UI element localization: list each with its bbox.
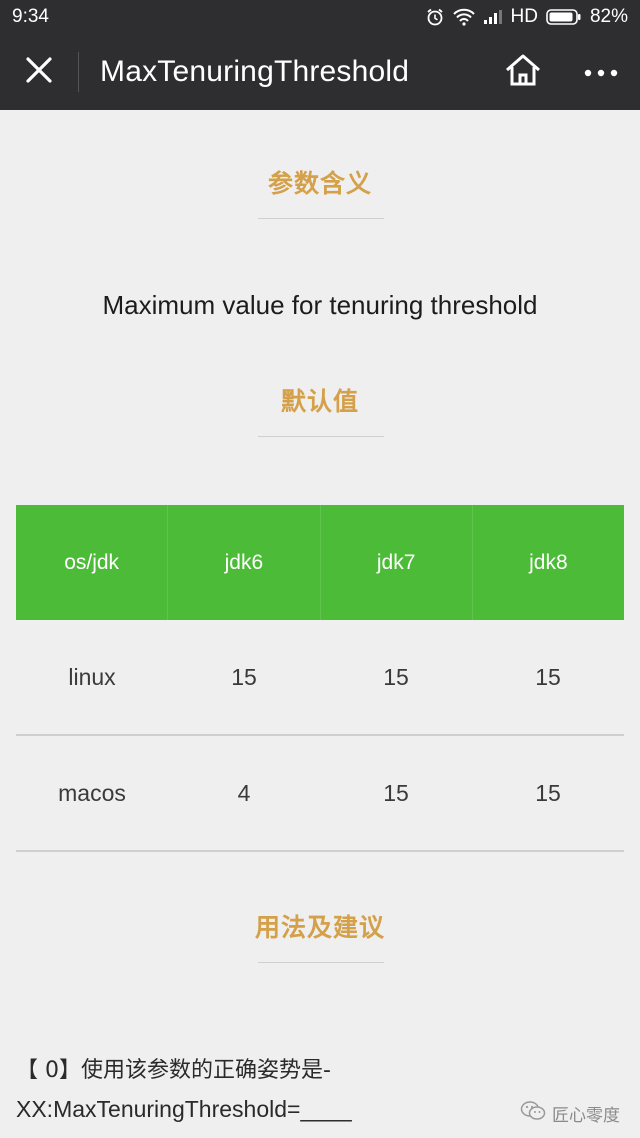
battery-level: 82%	[589, 6, 628, 27]
table-cell: 4	[237, 779, 251, 806]
table-header-cell: jdk7	[321, 505, 473, 620]
usage-paragraph: 【 0】使用该参数的正确姿势是- XX:MaxTenuringThreshold…	[16, 1052, 516, 1128]
status-icons: HD 82%	[425, 6, 628, 28]
status-bar: 9:34 HD 82%	[0, 0, 640, 34]
watermark-text: 匠心零度	[552, 1106, 620, 1126]
watermark: 匠心零度	[520, 1100, 620, 1127]
section-rule	[258, 218, 384, 219]
close-icon	[25, 56, 53, 88]
section-heading-meaning: 参数含义	[267, 169, 372, 198]
more-options-button[interactable]	[562, 34, 640, 110]
signal-icon	[483, 9, 503, 25]
page-title: MaxTenuringThreshold	[100, 55, 410, 88]
table-header-cell: jdk6	[168, 505, 321, 620]
section-rule	[258, 962, 384, 963]
default-values-table: os/jdk jdk6 jdk7 jdk8 linux 15 15 15 mac…	[16, 505, 624, 852]
section-rule	[258, 436, 384, 437]
table-cell: 15	[535, 779, 561, 806]
table-header-row: os/jdk jdk6 jdk7 jdk8	[16, 505, 624, 620]
table-cell: 15	[231, 663, 257, 690]
table-cell: macos	[58, 779, 126, 806]
table-header-cell: jdk8	[529, 550, 568, 574]
meaning-text: Maximum value for tenuring threshold	[102, 290, 538, 320]
table-cell: 15	[383, 779, 409, 806]
wechat-icon	[520, 1100, 546, 1127]
table-cell: 15	[383, 663, 409, 690]
table-cell: 15	[535, 663, 561, 690]
home-button[interactable]	[484, 34, 562, 110]
table-row: linux 15 15 15	[16, 620, 624, 736]
wifi-icon	[452, 8, 475, 26]
status-time: 9:34	[12, 6, 49, 27]
more-icon	[584, 63, 618, 82]
home-icon	[504, 53, 542, 91]
alarm-icon	[425, 7, 445, 27]
close-button[interactable]	[0, 34, 78, 110]
table-row: macos 4 15 15	[16, 736, 624, 852]
network-label: HD	[510, 6, 538, 27]
section-heading-default: 默认值	[280, 387, 359, 416]
section-heading-usage: 用法及建议	[254, 913, 385, 942]
table-header-cell: os/jdk	[16, 505, 169, 620]
title-bar: MaxTenuringThreshold	[0, 34, 640, 110]
battery-icon	[546, 8, 582, 26]
usage-line-1: 【 0】使用该参数的正确姿势是-	[16, 1058, 331, 1083]
table-cell: linux	[68, 663, 116, 690]
usage-line-2: XX:MaxTenuringThreshold=____	[16, 1096, 352, 1122]
article-content: 参数含义 Maximum value for tenuring threshol…	[0, 110, 640, 1138]
